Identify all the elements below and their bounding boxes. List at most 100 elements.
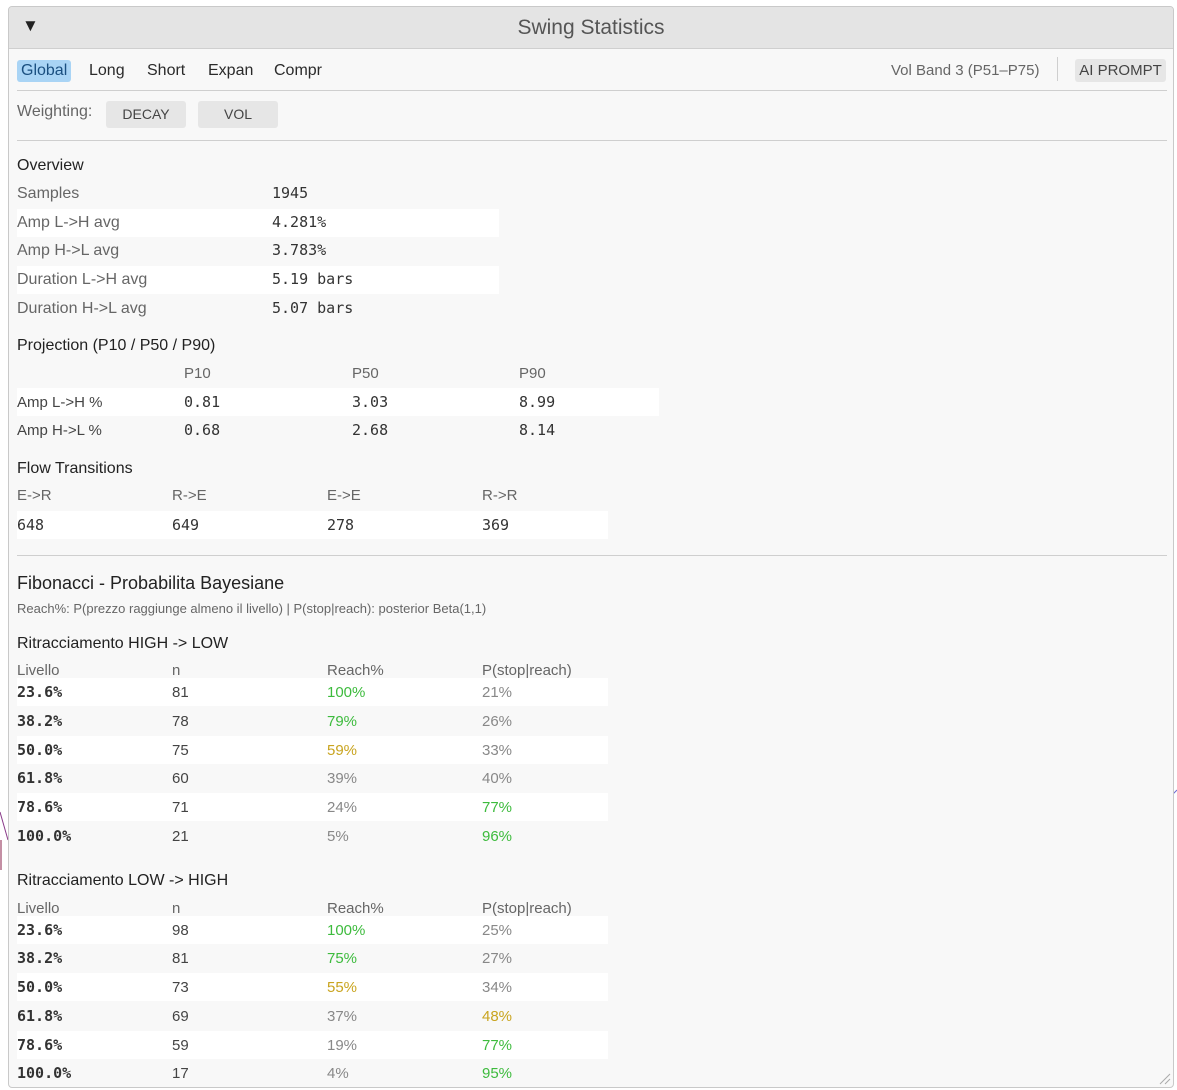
tab-compr[interactable]: Compr [270, 60, 326, 82]
weighting-label: Weighting: [17, 103, 93, 120]
fib-row: 78.6% 71 24% 77% [17, 793, 608, 821]
overview-row: Samples 1945 [17, 180, 499, 208]
fib-row: 23.6% 81 100% 21% [17, 678, 608, 706]
flow-col-header: R->R [482, 487, 518, 504]
fib-col-header: n [172, 662, 181, 679]
ai-prompt-button[interactable]: AI PROMPT [1075, 59, 1166, 82]
fib-count: 81 [172, 684, 189, 701]
fib-level: 78.6% [17, 798, 63, 816]
fib-col-header: Livello [17, 900, 60, 917]
vol-band-label: Vol Band 3 (P51–P75) [891, 62, 1040, 79]
flow-col-header: E->E [327, 487, 361, 504]
fib-stop-probability: 77% [482, 799, 513, 816]
projection-row: Amp L->H % 0.81 3.03 8.99 [17, 388, 659, 416]
decay-button[interactable]: DECAY [106, 101, 186, 128]
overview-row: Amp H->L avg 3.783% [17, 237, 499, 265]
fib-reach-percent: 37% [327, 1008, 358, 1025]
projection-value: 0.68 [184, 421, 221, 439]
fib-row: 38.2% 78 79% 26% [17, 707, 608, 735]
projection-col-header: P10 [184, 365, 211, 382]
tab-long[interactable]: Long [85, 60, 129, 82]
fib-level: 61.8% [17, 1007, 63, 1025]
projection-col-header: P50 [352, 365, 379, 382]
fibonacci-subtitle: Reach%: P(prezzo raggiunge almeno il liv… [17, 601, 487, 616]
fib-count: 59 [172, 1037, 189, 1054]
fib-stop-probability: 21% [482, 684, 513, 701]
overview-label: Duration H->L avg [17, 300, 147, 317]
tab-short[interactable]: Short [143, 60, 189, 82]
overview-value: 4.281% [272, 213, 327, 231]
panel-title: Swing Statistics [517, 16, 665, 39]
retracement-high-low-heading: Ritracciamento HIGH -> LOW [17, 635, 229, 652]
fib-stop-probability: 26% [482, 713, 513, 730]
fib-count: 78 [172, 713, 189, 730]
fib-col-header: Livello [17, 662, 60, 679]
resize-grip-icon[interactable] [1157, 1071, 1171, 1085]
fib-count: 75 [172, 742, 189, 759]
overview-value: 3.783% [272, 241, 327, 259]
fib-row: 100.0% 21 5% 96% [17, 822, 608, 850]
fib-stop-probability: 33% [482, 742, 513, 759]
fib-count: 21 [172, 828, 189, 845]
fib-row: 38.2% 81 75% 27% [17, 944, 608, 972]
overview-label: Amp L->H avg [17, 214, 120, 231]
fibonacci-heading: Fibonacci - Probabilita Bayesiane [17, 573, 285, 593]
fib-level: 50.0% [17, 978, 63, 996]
flow-col-header: R->E [172, 487, 207, 504]
fib-stop-probability: 95% [482, 1065, 513, 1082]
fib-stop-probability: 96% [482, 828, 513, 845]
projection-value: 2.68 [352, 421, 389, 439]
fib-reach-percent: 100% [327, 684, 366, 701]
fib-count: 60 [172, 770, 189, 787]
tab-global[interactable]: Global [17, 60, 72, 82]
projection-value: 8.99 [519, 393, 556, 411]
fib-col-header: Reach% [327, 900, 384, 917]
fib-count: 17 [172, 1065, 189, 1082]
fib-col-header: Reach% [327, 662, 384, 679]
fib-row: 78.6% 59 19% 77% [17, 1031, 608, 1059]
panel-titlebar[interactable]: ▼ Swing Statistics [9, 7, 1173, 49]
panel-content: Global Long Short Expan Compr Vol Band 3… [9, 49, 1173, 1087]
fib-row: 61.8% 60 39% 40% [17, 764, 608, 792]
fib-reach-percent: 4% [327, 1065, 349, 1082]
fib-col-header: n [172, 900, 181, 917]
fib-reach-percent: 59% [327, 742, 358, 759]
fib-reach-percent: 19% [327, 1037, 358, 1054]
flow-values-row: 648 649 278 369 [17, 511, 608, 539]
fib-stop-probability: 25% [482, 922, 513, 939]
fib-level: 38.2% [17, 949, 63, 967]
fib-col-header: P(stop|reach) [482, 662, 572, 679]
vol-button[interactable]: VOL [198, 101, 278, 128]
overview-label: Duration L->H avg [17, 271, 148, 288]
projection-row-label: Amp L->H % [17, 394, 103, 411]
projection-row: Amp H->L % 0.68 2.68 8.14 [17, 416, 659, 444]
fib-reach-percent: 100% [327, 922, 366, 939]
fib-reach-percent: 75% [327, 950, 358, 967]
retracement-low-high-heading: Ritracciamento LOW -> HIGH [17, 872, 229, 889]
tab-expan[interactable]: Expan [204, 60, 257, 82]
fib-reach-percent: 24% [327, 799, 358, 816]
swing-statistics-panel: ▼ Swing Statistics Global Long Short Exp… [8, 6, 1174, 1088]
overview-value: 5.19 bars [272, 270, 354, 288]
overview-value: 5.07 bars [272, 299, 354, 317]
toolbar-divider [1057, 57, 1058, 81]
fib-row: 61.8% 69 37% 48% [17, 1002, 608, 1030]
fib-count: 98 [172, 922, 189, 939]
fib-level: 61.8% [17, 769, 63, 787]
flow-heading: Flow Transitions [17, 460, 133, 477]
flow-value: 649 [172, 516, 200, 534]
overview-row: Amp L->H avg 4.281% [17, 209, 499, 237]
projection-row-label: Amp H->L % [17, 422, 102, 439]
fib-reach-percent: 79% [327, 713, 358, 730]
flow-value: 648 [17, 516, 45, 534]
fib-level: 78.6% [17, 1036, 63, 1054]
overview-row: Duration H->L avg 5.07 bars [17, 295, 499, 323]
fib-level: 23.6% [17, 683, 63, 701]
fib-reach-percent: 5% [327, 828, 349, 845]
fib-reach-percent: 39% [327, 770, 358, 787]
fib-stop-probability: 34% [482, 979, 513, 996]
fib-count: 69 [172, 1008, 189, 1025]
flow-col-header: E->R [17, 487, 52, 504]
overview-value: 1945 [272, 184, 309, 202]
projection-col-header: P90 [519, 365, 546, 382]
